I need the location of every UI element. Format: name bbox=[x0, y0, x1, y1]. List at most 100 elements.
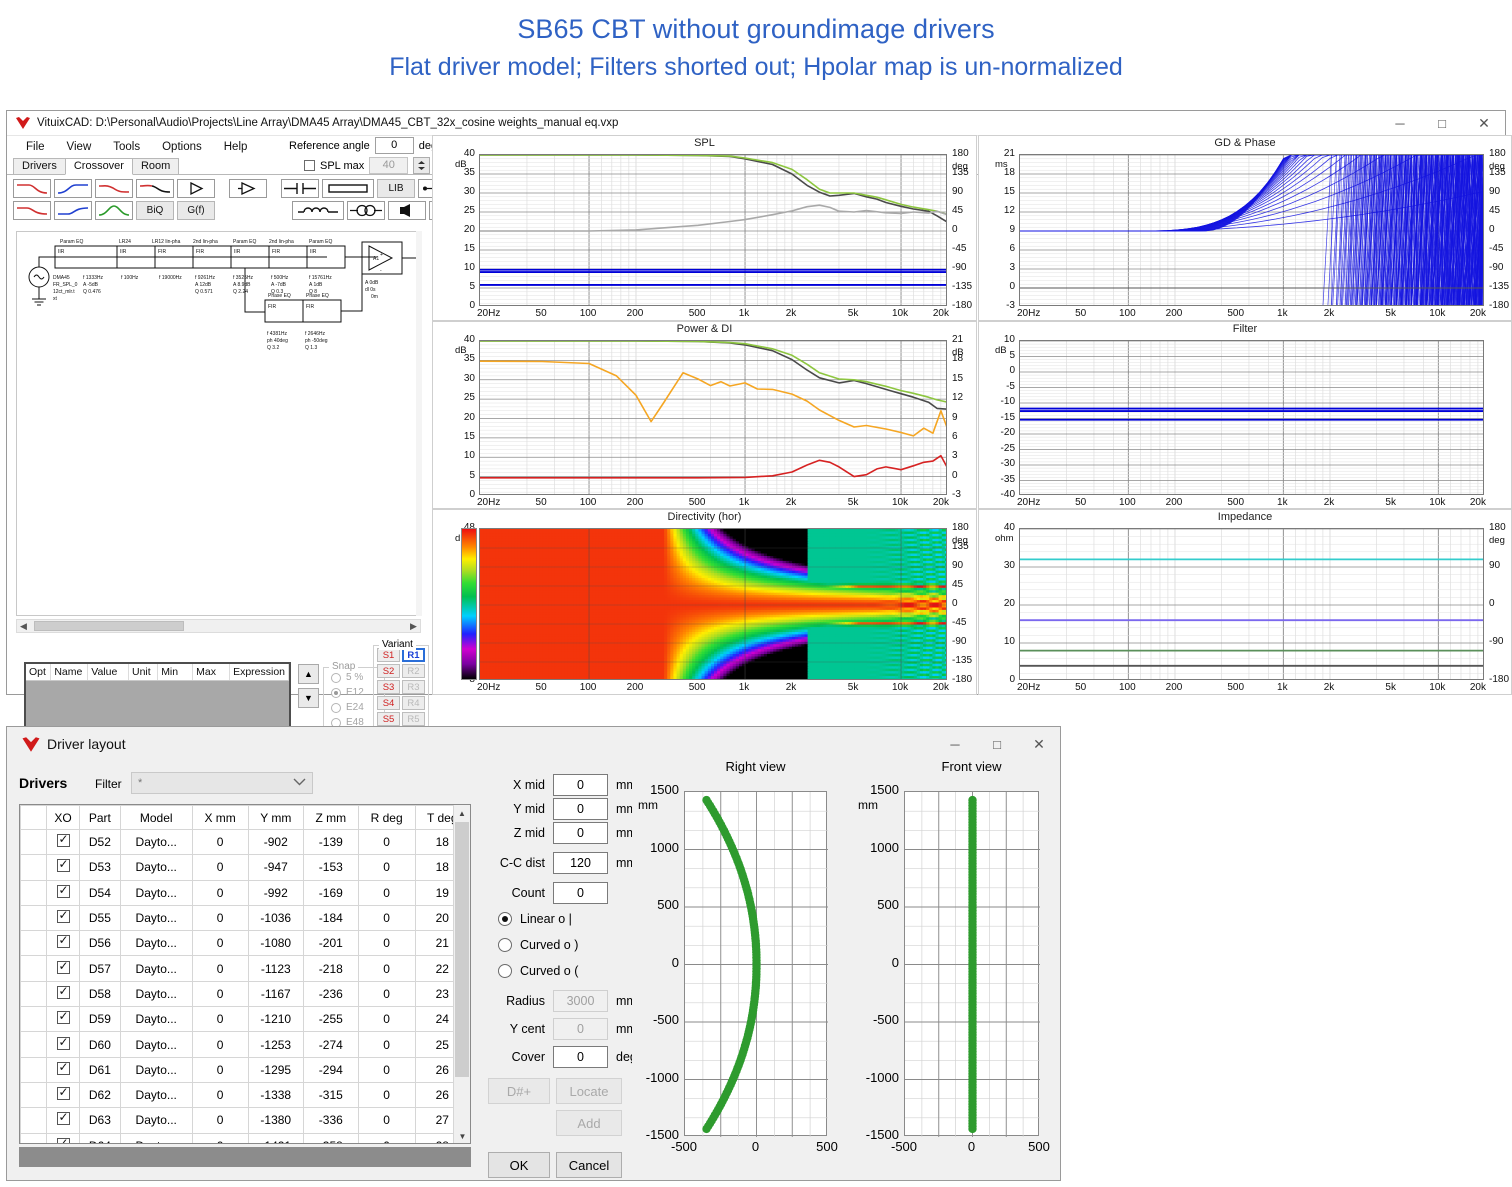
driver-scroll-thumb[interactable] bbox=[455, 822, 469, 1077]
chart-power_di[interactable]: Power & DI 40 35 30 25 20 15 10 5 0 dB 21 18 15 12 9 6 3 0… bbox=[432, 321, 977, 509]
variant-r3[interactable]: R3 bbox=[402, 680, 425, 694]
scroll-down-icon[interactable]: ▼ bbox=[454, 1128, 470, 1143]
ok-button[interactable]: OK bbox=[488, 1152, 550, 1178]
table-row[interactable]: D57 Dayto... 0 -1123 -218 0 22 bbox=[20, 955, 470, 982]
row-xo-checkbox[interactable] bbox=[45, 854, 81, 881]
chevron-down-icon[interactable] bbox=[293, 777, 306, 789]
table-row[interactable]: D61 Dayto... 0 -1295 -294 0 26 bbox=[20, 1056, 470, 1083]
field-input[interactable]: 0 bbox=[553, 774, 608, 796]
table-row[interactable]: D60 Dayto... 0 -1253 -274 0 25 bbox=[20, 1031, 470, 1058]
table-row[interactable]: D56 Dayto... 0 -1080 -201 0 21 bbox=[20, 930, 470, 957]
row-selector[interactable] bbox=[20, 1107, 47, 1134]
row-xo-checkbox[interactable] bbox=[45, 879, 81, 906]
variant-s4[interactable]: S4 bbox=[377, 696, 400, 710]
view-plot-area[interactable] bbox=[904, 791, 1040, 1137]
menu-file[interactable]: File bbox=[15, 139, 56, 155]
plot-filter[interactable] bbox=[1019, 340, 1484, 495]
shape-option-1[interactable]: Curved o ) bbox=[498, 938, 578, 952]
variant-r4[interactable]: R4 bbox=[402, 696, 425, 710]
spl-spin-icon[interactable] bbox=[413, 157, 431, 174]
schematic-vertical-scrollbar[interactable] bbox=[416, 231, 422, 616]
resistor-icon[interactable] bbox=[322, 179, 374, 198]
spl-max-input[interactable]: 40 bbox=[369, 157, 409, 174]
chart-gd_phase[interactable]: GD & Phase 21 18 15 12 9 6 3 0 -3 ms 180 135 90 45 0 -45… bbox=[978, 135, 1512, 321]
buffer-icon[interactable] bbox=[229, 179, 267, 198]
field-input[interactable]: 3000 bbox=[553, 990, 608, 1012]
table-row[interactable]: D54 Dayto... 0 -992 -169 0 19 bbox=[20, 879, 470, 906]
row-xo-checkbox[interactable] bbox=[45, 1081, 81, 1109]
row-xo-checkbox[interactable] bbox=[45, 1031, 81, 1058]
driver-icon[interactable] bbox=[388, 201, 426, 220]
inductor-icon[interactable] bbox=[292, 201, 344, 220]
variant-s5[interactable]: S5 bbox=[377, 712, 400, 726]
row-selector[interactable] bbox=[20, 1081, 47, 1109]
library-button[interactable]: LIB bbox=[377, 179, 415, 198]
variant-r2[interactable]: R2 bbox=[402, 664, 425, 678]
row-selector[interactable] bbox=[20, 1031, 47, 1058]
move-up-icon[interactable]: ▲ bbox=[298, 664, 319, 684]
row-xo-checkbox[interactable] bbox=[45, 1107, 81, 1134]
view-front-view[interactable]: Front view 1500 1000 500 0 -500 -1000 -1500 mm -5… bbox=[852, 749, 1059, 1174]
plot-directivity[interactable] bbox=[479, 528, 947, 680]
menu-options[interactable]: Options bbox=[151, 139, 213, 155]
driver-table-scrollbar[interactable]: ▲ ▼ bbox=[453, 805, 470, 1143]
field-input[interactable]: 0 bbox=[553, 1046, 608, 1068]
filter-select[interactable]: * bbox=[131, 772, 313, 794]
variant-r5[interactable]: R5 bbox=[402, 712, 425, 726]
table-row[interactable]: D62 Dayto... 0 -1338 -315 0 26 bbox=[20, 1081, 470, 1109]
row-selector[interactable] bbox=[20, 1056, 47, 1083]
row-selector[interactable] bbox=[20, 854, 47, 881]
locate-button[interactable]: Locate bbox=[556, 1078, 622, 1104]
row-xo-checkbox[interactable] bbox=[45, 980, 81, 1008]
field-input[interactable]: 0 bbox=[553, 882, 608, 904]
notch-step-icon[interactable] bbox=[136, 179, 174, 198]
lowpass-icon[interactable] bbox=[13, 179, 51, 198]
table-row[interactable]: D59 Dayto... 0 -1210 -255 0 24 bbox=[20, 1006, 470, 1033]
biquad-button[interactable]: BiQ bbox=[136, 201, 174, 220]
plot-spl[interactable] bbox=[479, 154, 947, 306]
table-row[interactable]: D58 Dayto... 0 -1167 -236 0 23 bbox=[20, 980, 470, 1008]
field-input[interactable]: 0 bbox=[553, 1018, 608, 1040]
variant-s1[interactable]: S1 bbox=[377, 648, 400, 662]
reference-angle-input[interactable]: 0 bbox=[374, 137, 414, 154]
chart-directivity[interactable]: Directivity (hor)484032241680-8dB1801359… bbox=[432, 509, 977, 695]
schematic-horizontal-scrollbar[interactable]: ◀ ▶ bbox=[16, 619, 421, 633]
field-input[interactable]: 120 bbox=[553, 852, 608, 874]
row-selector[interactable] bbox=[20, 879, 47, 906]
driver-table[interactable]: XOPartModelX mmY mmZ mmR degT deg D52 Da… bbox=[19, 804, 471, 1144]
tab-drivers[interactable]: Drivers bbox=[13, 158, 66, 174]
row-xo-checkbox[interactable] bbox=[45, 904, 81, 932]
shape-option-2[interactable]: Curved o ( bbox=[498, 964, 578, 978]
row-xo-checkbox[interactable] bbox=[45, 1006, 81, 1033]
crossover-schematic[interactable]: Param EQ LR24 LR12 lin-pha 2nd lin-pha Par… bbox=[16, 231, 421, 616]
tab-crossover[interactable]: Crossover bbox=[64, 158, 133, 175]
radio-5pct[interactable] bbox=[331, 672, 341, 683]
variant-s3[interactable]: S3 bbox=[377, 680, 400, 694]
scroll-thumb[interactable] bbox=[34, 621, 184, 631]
view-plot-area[interactable] bbox=[684, 791, 828, 1137]
row-xo-checkbox[interactable] bbox=[45, 1056, 81, 1083]
shape-radio[interactable] bbox=[498, 912, 512, 926]
lowshelf-icon[interactable] bbox=[13, 201, 51, 220]
shelf-icon[interactable] bbox=[95, 179, 133, 198]
highpass-icon[interactable] bbox=[54, 179, 92, 198]
table-row[interactable]: D55 Dayto... 0 -1036 -184 0 20 bbox=[20, 904, 470, 932]
capacitor-icon[interactable] bbox=[281, 179, 319, 198]
amplifier-icon[interactable] bbox=[177, 179, 215, 198]
shape-radio[interactable] bbox=[498, 964, 512, 978]
menu-view[interactable]: View bbox=[56, 139, 103, 155]
transformer-icon[interactable] bbox=[347, 201, 385, 220]
add-button[interactable]: Add bbox=[556, 1110, 622, 1136]
tab-room[interactable]: Room bbox=[131, 158, 180, 174]
row-xo-checkbox[interactable] bbox=[45, 930, 81, 957]
field-input[interactable]: 0 bbox=[553, 798, 608, 820]
table-row[interactable]: D63 Dayto... 0 -1380 -336 0 27 bbox=[20, 1107, 470, 1134]
radio-e24[interactable] bbox=[331, 702, 341, 713]
row-xo-checkbox[interactable] bbox=[45, 955, 81, 982]
chart-impedance[interactable]: Impedance 40 30 20 10 0 ohm 180 90 0 -90 -180 deg 20H… bbox=[978, 509, 1512, 695]
row-xo-checkbox[interactable] bbox=[45, 1132, 81, 1143]
scroll-left-icon[interactable]: ◀ bbox=[17, 621, 30, 632]
plot-gd_phase[interactable] bbox=[1019, 154, 1484, 306]
close-button[interactable]: ✕ bbox=[1463, 111, 1505, 135]
scroll-up-icon[interactable]: ▲ bbox=[454, 805, 470, 822]
